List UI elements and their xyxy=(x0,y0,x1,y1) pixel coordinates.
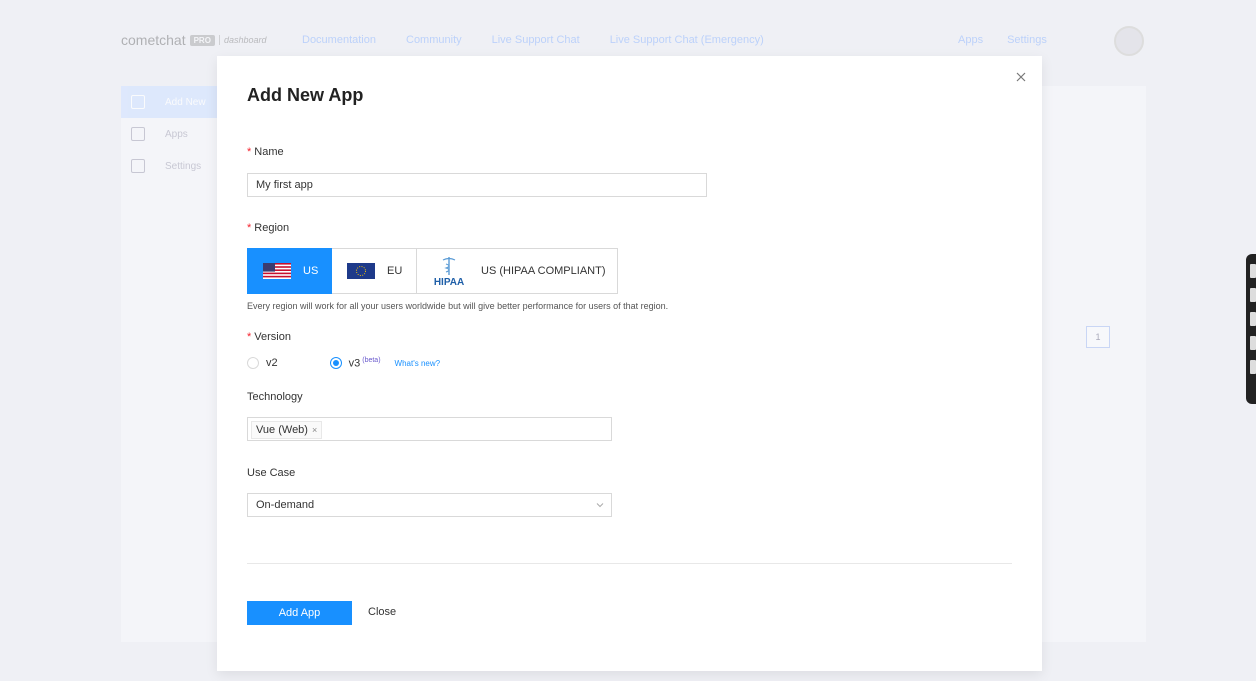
avatar xyxy=(1114,26,1144,56)
required-mark: * xyxy=(247,222,252,234)
hipaa-logo-text: HIPAA xyxy=(434,277,464,287)
region-us-button[interactable]: US xyxy=(247,248,332,294)
version-v2-radio[interactable]: v2 xyxy=(247,357,278,370)
version-radio-group: v2 v3 (beta) What's new? xyxy=(247,357,440,370)
sidebar-item-settings: Settings xyxy=(121,150,217,182)
region-hipaa-button[interactable]: HIPAA US (HIPAA COMPLIANT) xyxy=(417,248,618,294)
whats-new-link[interactable]: What's new? xyxy=(395,359,441,368)
nav-settings: Settings xyxy=(1007,34,1047,46)
hipaa-logo-icon: HIPAA xyxy=(434,257,464,287)
region-hipaa-label: US (HIPAA COMPLIANT) xyxy=(481,265,606,277)
dashboard-sidebar: Add New Apps Settings xyxy=(121,86,217,642)
technology-tag-label: Vue (Web) xyxy=(256,424,308,436)
use-case-label: Use Case xyxy=(247,467,296,479)
version-v2-label: v2 xyxy=(266,357,278,370)
technology-select[interactable]: Vue (Web) × xyxy=(247,417,612,441)
sidebar-label: Settings xyxy=(165,160,202,172)
use-case-value: On-demand xyxy=(256,499,315,511)
logo-pro-badge: PRO xyxy=(189,34,215,46)
name-input[interactable]: My first app xyxy=(247,173,707,197)
nav-live-support-emergency: Live Support Chat (Emergency) xyxy=(609,34,764,46)
region-eu-button[interactable]: EU xyxy=(332,248,417,294)
close-button[interactable]: Close xyxy=(368,606,396,618)
use-case-select[interactable]: On-demand xyxy=(247,493,612,517)
logo-dashboard-label: dashboard xyxy=(218,35,266,45)
nav-live-support: Live Support Chat xyxy=(491,34,580,46)
modal-title: Add New App xyxy=(247,85,364,105)
eu-flag-icon xyxy=(347,263,375,279)
required-mark: * xyxy=(247,146,252,158)
us-flag-icon xyxy=(263,263,291,279)
sidebar-item-add-new: Add New xyxy=(121,86,217,118)
sidebar-item-apps: Apps xyxy=(121,118,217,150)
dashboard-content xyxy=(1042,86,1146,642)
close-icon[interactable] xyxy=(1014,70,1028,84)
sidebar-label: Add New xyxy=(165,96,206,108)
version-v3-label: v3 xyxy=(348,357,361,370)
region-label-text: Region xyxy=(254,222,290,234)
cometchat-logo: cometchat PRO dashboard xyxy=(121,32,266,48)
region-selector: US EU HIPAA US (HIPAA COMPLIANT) xyxy=(247,248,618,294)
technology-tag: Vue (Web) × xyxy=(251,421,323,439)
beta-badge: (beta) xyxy=(362,357,381,364)
name-label-text: Name xyxy=(254,146,284,158)
nav-community: Community xyxy=(406,34,462,46)
chevron-down-icon xyxy=(596,503,604,508)
sidebar-label: Apps xyxy=(165,128,188,140)
divider xyxy=(247,563,1012,564)
region-label: * Region xyxy=(247,222,289,234)
version-v3-text: v3 (beta) xyxy=(349,357,381,370)
radio-checked-icon xyxy=(329,357,342,370)
technology-label: Technology xyxy=(247,391,303,403)
name-label: * Name xyxy=(247,146,284,158)
add-new-app-modal: Add New App * Name My first app * Region U… xyxy=(217,56,1042,671)
remove-tag-icon[interactable]: × xyxy=(312,425,317,435)
region-eu-label: EU xyxy=(387,265,403,277)
version-label-text: Version xyxy=(254,331,291,343)
required-mark: * xyxy=(247,331,252,343)
logo-brand: cometchat xyxy=(121,32,186,48)
add-app-button[interactable]: Add App xyxy=(247,601,352,625)
grid-icon xyxy=(131,127,145,141)
region-hint: Every region will work for all your user… xyxy=(247,301,669,311)
version-v3-radio[interactable]: v3 (beta) xyxy=(329,357,381,370)
gear-icon xyxy=(131,159,145,173)
side-toolbar xyxy=(1246,254,1256,404)
top-nav: Documentation Community Live Support Cha… xyxy=(302,34,764,46)
plus-square-icon xyxy=(131,95,145,109)
radio-unchecked-icon xyxy=(247,357,259,370)
top-right-nav: Apps Settings xyxy=(958,34,1047,46)
version-label: * Version xyxy=(247,331,291,343)
nav-apps: Apps xyxy=(958,34,984,46)
nav-documentation: Documentation xyxy=(302,34,376,46)
pagination-current: 1 xyxy=(1086,326,1110,348)
region-us-label: US xyxy=(303,265,319,277)
